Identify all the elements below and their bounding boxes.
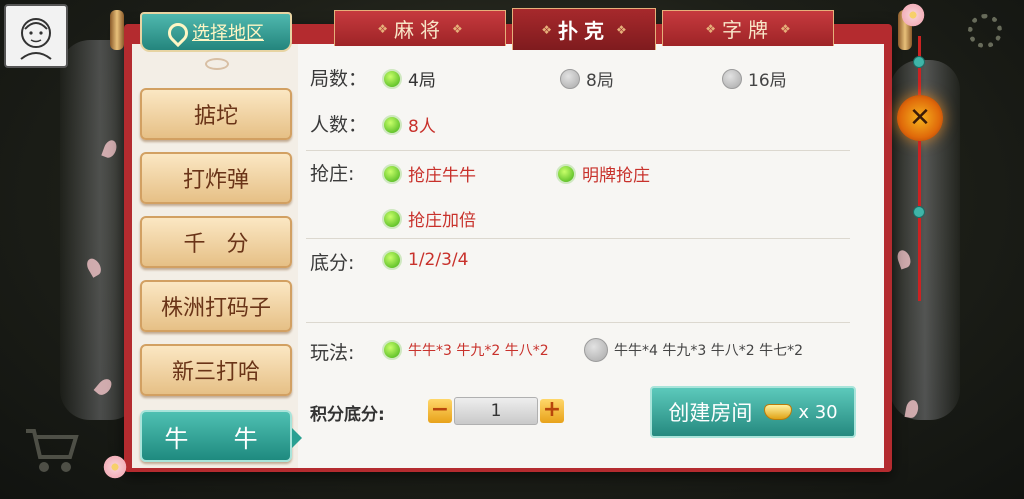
radio-on-icon bbox=[382, 68, 402, 89]
radio-on-icon bbox=[382, 163, 402, 184]
tab-ornament-icon: ❖ bbox=[705, 21, 716, 36]
game-button-xinsan-daha[interactable]: 新三打哈 bbox=[140, 344, 292, 396]
tab-mahjong[interactable]: ❖ 麻将 ❖ bbox=[334, 10, 506, 46]
divider bbox=[306, 238, 850, 239]
play-mode-option-2[interactable]: 牛牛*4 牛九*3 牛八*2 牛七*2 bbox=[584, 338, 803, 362]
select-region-label: 选择地区 bbox=[192, 23, 264, 44]
game-button-niuniu[interactable]: 牛 牛 bbox=[140, 410, 302, 462]
bead-decoration bbox=[913, 206, 925, 218]
radio-off-icon bbox=[722, 68, 742, 89]
option-label: 牛牛*4 牛九*3 牛八*2 牛七*2 bbox=[614, 343, 803, 359]
rounds-option-8[interactable]: 8局 bbox=[560, 66, 614, 91]
scroll-ornament-icon bbox=[205, 58, 229, 70]
scroll-rod-left bbox=[110, 10, 124, 50]
flower-decoration bbox=[102, 454, 128, 480]
map-pin-icon bbox=[168, 23, 182, 41]
option-label: 16局 bbox=[748, 71, 787, 91]
option-label: 8人 bbox=[408, 117, 436, 137]
base-score-label: 底分: bbox=[310, 252, 355, 274]
tab-label: 麻将 bbox=[394, 18, 446, 42]
game-button-dazhadan[interactable]: 打炸弹 bbox=[140, 152, 292, 204]
option-label: 牛牛*3 牛九*2 牛八*2 bbox=[408, 343, 549, 359]
game-button-diantuo[interactable]: 掂坨 bbox=[140, 88, 292, 140]
option-label: 抢庄加倍 bbox=[408, 211, 476, 231]
tab-ornament-icon: ❖ bbox=[377, 21, 388, 36]
game-button-label: 打炸弹 bbox=[182, 168, 249, 193]
radio-off-icon bbox=[560, 68, 580, 89]
create-room-label: 创建房间 bbox=[668, 401, 753, 425]
option-label: 8局 bbox=[586, 71, 614, 91]
radio-on-icon bbox=[556, 163, 576, 184]
increase-button[interactable]: + bbox=[540, 399, 564, 423]
play-mode-label: 玩法: bbox=[310, 342, 355, 364]
select-region-button[interactable]: 选择地区 bbox=[140, 12, 292, 52]
option-label: 1/2/3/4 bbox=[408, 250, 469, 270]
rounds-label: 局数： bbox=[310, 68, 368, 90]
create-room-cost: x 30 bbox=[798, 401, 838, 423]
score-base-value: 1 bbox=[454, 397, 538, 425]
score-base-label: 积分底分: bbox=[310, 405, 385, 425]
tab-ornament-icon: ❖ bbox=[780, 21, 791, 36]
banker-label: 抢庄: bbox=[310, 163, 355, 185]
radio-off-icon bbox=[584, 338, 608, 362]
game-button-qianfen[interactable]: 千 分 bbox=[140, 216, 292, 268]
close-icon: ✕ bbox=[909, 103, 931, 133]
radio-on-icon bbox=[382, 208, 402, 229]
base-score-option-1234[interactable]: 1/2/3/4 bbox=[382, 250, 468, 270]
gold-ingot-icon bbox=[764, 404, 793, 420]
tab-ornament-icon: ❖ bbox=[452, 21, 463, 36]
tab-label: 字牌 bbox=[722, 18, 774, 42]
game-button-label: 掂坨 bbox=[193, 104, 238, 129]
decrease-button[interactable]: − bbox=[428, 399, 452, 423]
game-button-label: 株洲打码子 bbox=[160, 296, 271, 321]
close-button[interactable]: ✕ bbox=[897, 95, 943, 141]
players-option-8[interactable]: 8人 bbox=[382, 112, 436, 137]
rounds-option-16[interactable]: 16局 bbox=[722, 66, 787, 91]
option-label: 抢庄牛牛 bbox=[408, 166, 476, 186]
game-button-label: 千 分 bbox=[183, 232, 249, 257]
hanging-cord bbox=[918, 141, 921, 301]
bead-decoration bbox=[913, 56, 925, 68]
radio-on-icon bbox=[382, 114, 402, 135]
banker-option-mingpai-qiangzhuang[interactable]: 明牌抢庄 bbox=[556, 161, 650, 186]
settings-gear-icon[interactable] bbox=[968, 14, 1002, 48]
radio-on-icon bbox=[382, 250, 402, 270]
game-button-zhuzhou-damazi[interactable]: 株洲打码子 bbox=[140, 280, 292, 332]
create-room-button[interactable]: 创建房间 x 30 bbox=[650, 386, 856, 438]
tab-poker[interactable]: ❖ 扑克 ❖ bbox=[512, 8, 656, 50]
avatar-sketch-icon bbox=[20, 18, 52, 60]
rounds-option-4[interactable]: 4局 bbox=[382, 66, 436, 91]
play-mode-option-1[interactable]: 牛牛*3 牛九*2 牛八*2 bbox=[382, 340, 549, 360]
tab-ornament-icon: ❖ bbox=[541, 22, 552, 37]
game-button-label: 牛 牛 bbox=[164, 424, 268, 453]
game-button-label: 新三打哈 bbox=[171, 360, 260, 385]
option-label: 明牌抢庄 bbox=[582, 166, 650, 186]
banker-option-qiangzhuang-jiabei[interactable]: 抢庄加倍 bbox=[382, 206, 476, 231]
divider bbox=[306, 150, 850, 151]
divider bbox=[306, 322, 850, 323]
avatar[interactable] bbox=[4, 4, 68, 68]
radio-on-icon bbox=[382, 340, 402, 360]
flower-decoration bbox=[900, 2, 926, 28]
tab-label: 扑克 bbox=[558, 19, 610, 43]
shopping-cart-icon[interactable] bbox=[22, 425, 82, 475]
banker-option-qiangzhuang-niuniu[interactable]: 抢庄牛牛 bbox=[382, 161, 476, 186]
option-label: 4局 bbox=[408, 71, 436, 91]
tab-zipai[interactable]: ❖ 字牌 ❖ bbox=[662, 10, 834, 46]
players-label: 人数： bbox=[310, 114, 368, 136]
tab-ornament-icon: ❖ bbox=[616, 22, 627, 37]
